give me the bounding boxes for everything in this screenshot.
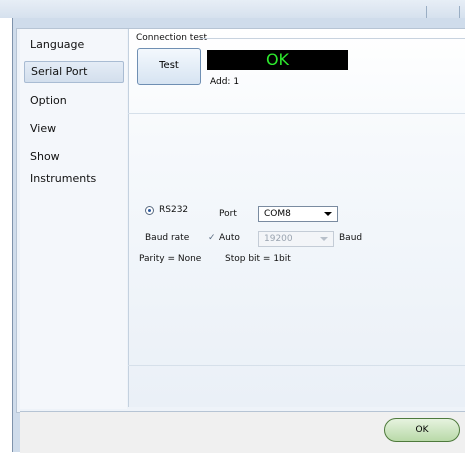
baud-rate-label: Baud rate bbox=[145, 233, 190, 243]
sidebar-item-option[interactable]: Option bbox=[24, 90, 124, 112]
sidebar-item-view[interactable]: View bbox=[24, 118, 124, 140]
section-divider bbox=[128, 365, 465, 366]
baud-unit-label: Baud bbox=[339, 233, 363, 243]
sidebar-item-show-instruments[interactable]: Show Instruments bbox=[24, 146, 124, 185]
connection-test-title: Connection test bbox=[136, 33, 208, 43]
port-label: Port bbox=[219, 209, 237, 219]
chevron-down-icon bbox=[324, 212, 332, 216]
sidebar-item-serial-port[interactable]: Serial Port bbox=[24, 61, 124, 83]
group-divider bbox=[200, 38, 465, 39]
test-button[interactable]: Test bbox=[137, 48, 201, 85]
rs232-label: RS232 bbox=[159, 205, 189, 215]
address-label: Add: 1 bbox=[210, 77, 240, 87]
port-select[interactable]: COM8 bbox=[258, 206, 338, 222]
titlebar-separator bbox=[426, 6, 427, 18]
section-divider bbox=[128, 113, 465, 114]
port-select-value: COM8 bbox=[264, 209, 291, 219]
auto-label: Auto bbox=[219, 233, 240, 243]
window-titlebar bbox=[0, 0, 465, 18]
chevron-down-icon bbox=[320, 237, 328, 241]
baud-select-value: 19200 bbox=[264, 234, 293, 244]
rs232-radio[interactable] bbox=[145, 206, 154, 215]
ok-button[interactable]: OK bbox=[384, 418, 460, 442]
auto-checkbox[interactable]: ✓ bbox=[208, 233, 216, 243]
baud-select[interactable]: 19200 bbox=[258, 231, 334, 247]
sidebar: Language Serial Port Option View Show In… bbox=[20, 29, 127, 409]
status-display: OK bbox=[207, 50, 348, 70]
stop-bit-label: Stop bit = 1bit bbox=[225, 254, 291, 264]
parity-label: Parity = None bbox=[139, 254, 202, 264]
radio-selected-dot bbox=[148, 209, 151, 212]
sidebar-item-language[interactable]: Language bbox=[24, 34, 124, 56]
titlebar-separator bbox=[459, 6, 460, 18]
